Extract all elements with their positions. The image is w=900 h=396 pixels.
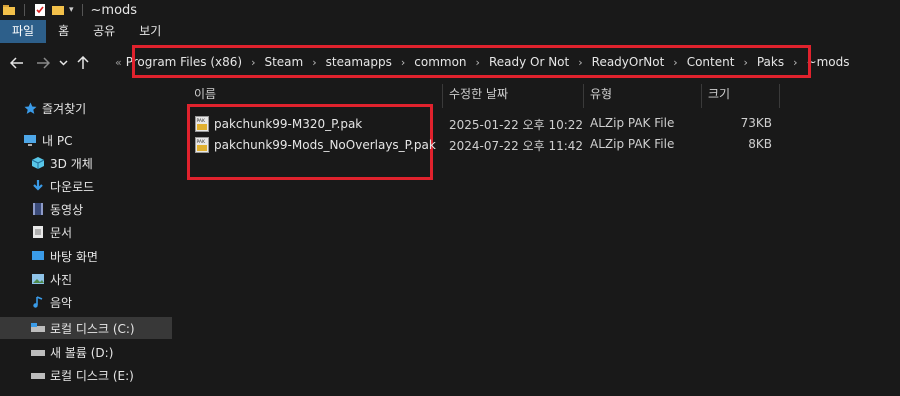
breadcrumb-program-files[interactable]: Program Files (x86) (126, 55, 242, 69)
tab-share[interactable]: 공유 (81, 20, 127, 43)
properties-icon[interactable] (33, 3, 47, 17)
window-title: ~mods (90, 2, 138, 18)
sidebar-item-documents[interactable]: 문서 (0, 221, 202, 243)
drive-icon (30, 367, 46, 383)
breadcrumb-ready-or-not[interactable]: Ready Or Not (489, 55, 569, 69)
file-type: ALZip PAK File (590, 137, 675, 151)
star-icon (22, 100, 38, 116)
forward-button[interactable] (30, 50, 56, 76)
file-size: 73KB (740, 116, 772, 130)
download-icon (30, 178, 46, 194)
sidebar-item-desktop[interactable]: 바탕 화면 (0, 245, 202, 267)
file-modified: 2025-01-22 오후 10:22 (449, 118, 584, 132)
sidebar-item-videos[interactable]: 동영상 (0, 198, 202, 220)
sidebar-item-label: 3D 개체 (50, 156, 93, 171)
sidebar-item-label: 로컬 디스크 (E:) (50, 368, 134, 383)
address-overflow-chevron[interactable]: « (115, 56, 122, 69)
customize-toolbar-chevron-icon[interactable]: ▾ (69, 5, 74, 15)
column-divider[interactable] (583, 84, 584, 108)
column-header-size[interactable]: 크기 (708, 84, 730, 108)
pak-file-icon: PAK (195, 136, 209, 153)
file-name[interactable]: pakchunk99-Mods_NoOverlays_P.pak (214, 138, 436, 152)
chevron-right-icon[interactable]: › (578, 56, 582, 69)
back-arrow-icon (10, 57, 23, 69)
breadcrumb-content[interactable]: Content (687, 55, 735, 69)
navigation-pane: 즐겨찾기 내 PC 3D 개체 다운로드 동영상 문서 바탕 화면 사진 음악 … (0, 90, 175, 396)
breadcrumb-steamapps[interactable]: steamapps (326, 55, 392, 69)
file-row[interactable]: PAK pakchunk99-Mods_NoOverlays_P.pak (195, 134, 436, 155)
chevron-right-icon[interactable]: › (793, 56, 797, 69)
navigation-bar: « Program Files (x86) › Steam › steamapp… (0, 43, 900, 83)
sidebar-item-label: 로컬 디스크 (C:) (50, 321, 135, 336)
breadcrumb-mods[interactable]: ~mods (807, 55, 850, 69)
drive-icon (30, 320, 46, 336)
3d-objects-icon (30, 155, 46, 171)
column-header-modified[interactable]: 수정한 날짜 (449, 84, 508, 108)
sidebar-item-pictures[interactable]: 사진 (0, 268, 202, 290)
sidebar-item-label: 바탕 화면 (50, 249, 98, 264)
svg-text:PAK: PAK (197, 118, 207, 124)
sidebar-item-this-pc[interactable]: 내 PC (0, 129, 194, 151)
sidebar-item-drive-d[interactable]: 새 볼륨 (D:) (0, 341, 202, 363)
file-row[interactable]: PAK pakchunk99-M320_P.pak (195, 113, 362, 134)
up-button[interactable] (70, 50, 96, 76)
sidebar-item-drive-c[interactable]: 로컬 디스크 (C:) (0, 317, 172, 339)
drive-icon (30, 344, 46, 360)
sidebar-item-drive-e[interactable]: 로컬 디스크 (E:) (0, 364, 202, 386)
column-divider[interactable] (779, 84, 780, 108)
desktop-icon (30, 248, 46, 264)
chevron-right-icon[interactable]: › (743, 56, 747, 69)
sidebar-item-label: 문서 (50, 225, 73, 240)
sidebar-item-label: 동영상 (50, 202, 84, 217)
sidebar-item-3d-objects[interactable]: 3D 개체 (0, 152, 202, 174)
breadcrumb-paks[interactable]: Paks (757, 55, 784, 69)
music-icon (30, 294, 46, 310)
new-folder-icon[interactable] (51, 3, 65, 17)
folder-icon (3, 5, 15, 15)
sidebar-item-label: 음악 (50, 295, 73, 310)
tab-view[interactable]: 보기 (127, 20, 173, 43)
back-button[interactable] (4, 50, 30, 76)
tab-file[interactable]: 파일 (0, 20, 47, 43)
sidebar-item-label: 즐겨찾기 (42, 101, 87, 116)
file-size: 8KB (748, 137, 772, 151)
sidebar-item-label: 내 PC (42, 133, 73, 148)
svg-text:PAK: PAK (197, 139, 207, 145)
video-icon (30, 201, 46, 217)
chevron-right-icon[interactable]: › (401, 56, 405, 69)
sidebar-item-music[interactable]: 음악 (0, 291, 202, 313)
chevron-right-icon[interactable]: › (476, 56, 480, 69)
file-type: ALZip PAK File (590, 116, 675, 130)
sidebar-item-quick-access[interactable]: 즐겨찾기 (0, 97, 194, 119)
column-header-name[interactable]: 이름 (194, 84, 216, 108)
quick-access-toolbar: ▾ (0, 3, 87, 17)
breadcrumb-readyornot[interactable]: ReadyOrNot (592, 55, 665, 69)
sidebar-item-label: 다운로드 (50, 179, 95, 194)
recent-locations-button[interactable] (56, 50, 70, 76)
column-divider[interactable] (442, 84, 443, 108)
chevron-down-icon (58, 60, 68, 66)
up-arrow-icon (77, 56, 89, 69)
column-divider[interactable] (701, 84, 702, 108)
file-name[interactable]: pakchunk99-M320_P.pak (214, 117, 362, 131)
ribbon-tabs: 파일 홈 공유 보기 (0, 20, 900, 43)
sidebar-item-label: 사진 (50, 272, 73, 287)
column-header-type[interactable]: 유형 (590, 84, 612, 108)
chevron-right-icon[interactable]: › (312, 56, 316, 69)
chevron-right-icon[interactable]: › (673, 56, 677, 69)
tab-home[interactable]: 홈 (46, 20, 81, 43)
file-modified: 2024-07-22 오후 11:42 (449, 139, 584, 153)
chevron-right-icon[interactable]: › (251, 56, 255, 69)
document-icon (30, 224, 46, 240)
pak-file-icon: PAK (195, 115, 209, 132)
address-bar[interactable]: « Program Files (x86) › Steam › steamapp… (103, 50, 849, 74)
sidebar-item-label: 새 볼륨 (D:) (50, 345, 114, 360)
forward-arrow-icon (37, 57, 50, 69)
sidebar-item-downloads[interactable]: 다운로드 (0, 175, 202, 197)
breadcrumb-common[interactable]: common (414, 55, 466, 69)
pc-icon (22, 132, 38, 148)
breadcrumb-steam[interactable]: Steam (264, 55, 303, 69)
pictures-icon (30, 271, 46, 287)
title-bar: ▾ ~mods (0, 0, 900, 20)
